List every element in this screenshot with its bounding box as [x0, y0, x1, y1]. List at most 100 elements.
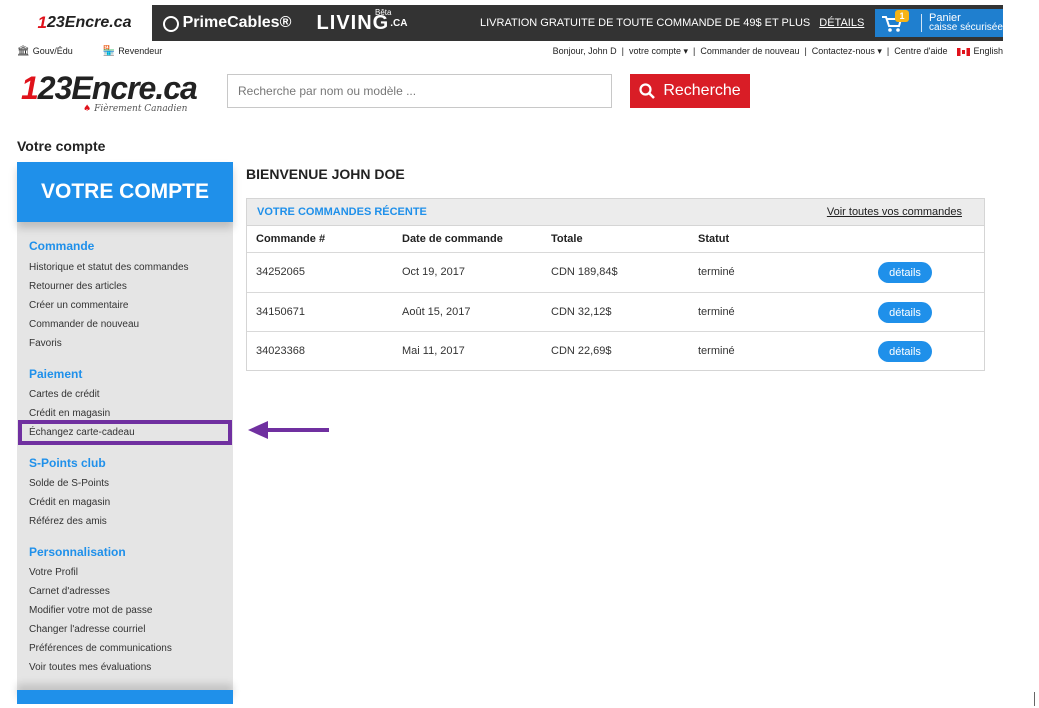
tagline-text: Fièrement Canadien	[94, 104, 188, 114]
logo-tagline: ♠ Fièrement Canadien	[83, 104, 187, 114]
reorder-link[interactable]: Commander de nouveau	[700, 46, 799, 56]
brand-123-num: 1	[37, 13, 47, 32]
sidebar-item-store-credit[interactable]: Crédit en magasin	[29, 408, 110, 419]
table-row: 34252065 Oct 19, 2017 CDN 189,84$ termin…	[247, 252, 984, 292]
help-center-link[interactable]: Centre d'aide	[894, 46, 947, 56]
top-brand-bar: 1 23Encre.ca PrimeCables® LIVING .CA Bêta …	[17, 5, 1003, 41]
sidebar-item-address-book[interactable]: Carnet d'adresses	[29, 586, 110, 597]
secondary-nav-bar: 🏛 Gouv/Édu 🏪 Revendeur Bonjour, John D | v…	[17, 44, 1003, 58]
order-total: CDN 22,69$	[551, 345, 612, 357]
order-details-button[interactable]: détails	[878, 341, 932, 362]
canada-flag-icon	[957, 47, 971, 56]
sidebar-section-paiement: Paiement	[29, 367, 83, 381]
greeting-text: Bonjour, John D	[552, 46, 617, 56]
sidebar-item-reorder[interactable]: Commander de nouveau	[29, 319, 139, 330]
reseller-label: Revendeur	[118, 45, 163, 56]
logo-wordmark: 123Encre.ca	[21, 70, 198, 107]
sidebar-item-favorites[interactable]: Favoris	[29, 338, 62, 349]
sidebar-item-change-email[interactable]: Changer l'adresse courriel	[29, 624, 145, 635]
gift-card-highlight-box	[18, 420, 232, 445]
primecables-logo-icon	[162, 16, 179, 32]
brand-tab-123encre[interactable]: 1 23Encre.ca	[17, 5, 152, 41]
reseller-link[interactable]: 🏪 Revendeur	[103, 46, 162, 57]
separator: |	[621, 46, 624, 56]
column-header-status: Statut	[698, 233, 730, 245]
table-row: 34023368 Mai 11, 2017 CDN 22,69$ terminé…	[247, 331, 984, 371]
column-header-order: Commande #	[256, 233, 326, 245]
view-all-orders-link[interactable]: Voir toutes vos commandes	[827, 206, 962, 218]
maple-leaf-icon: ♠	[83, 104, 92, 114]
logo-text: 23Encre.ca	[37, 70, 198, 106]
site-logo[interactable]: 123Encre.ca ♠ Fièrement Canadien	[17, 66, 198, 122]
order-status: terminé	[698, 306, 735, 318]
sidebar-item-create-review[interactable]: Créer un commentaire	[29, 300, 128, 311]
shipping-details-link[interactable]: DÉTAILS	[819, 17, 864, 29]
sidebar-footer-bar	[17, 690, 233, 704]
gov-edu-link[interactable]: 🏛 Gouv/Édu	[17, 46, 73, 57]
sidebar-section-spoints: S-Points club	[29, 456, 106, 470]
contact-menu[interactable]: Contactez-nous ▾	[812, 46, 882, 57]
search-button[interactable]: Recherche	[630, 74, 750, 108]
sidebar-item-refer-friends[interactable]: Référez des amis	[29, 516, 107, 527]
separator: |	[886, 46, 890, 56]
brand-123-label: 23Encre.ca	[46, 14, 132, 31]
order-status: terminé	[698, 266, 735, 278]
cart-text: Panier caisse sécurisée	[929, 13, 1003, 33]
free-shipping-banner: LIVRATION GRATUITE DE TOUTE COMMANDE DE …	[422, 5, 873, 41]
sidebar-item-spoints-balance[interactable]: Solde de S-Points	[29, 478, 109, 489]
search-button-label: Recherche	[663, 82, 741, 99]
sidebar-header: VOTRE COMPTE	[17, 162, 233, 222]
column-header-total: Totale	[551, 233, 583, 245]
order-number: 34252065	[256, 266, 305, 278]
order-date: Oct 19, 2017	[402, 266, 465, 278]
recent-orders-panel: VOTRE COMMANDES RÉCENTE Voir toutes vos …	[246, 198, 985, 371]
sidebar-item-order-history[interactable]: Historique et statut des commandes	[29, 262, 189, 273]
cart-count-badge: 1	[895, 10, 909, 22]
subbar-right: Bonjour, John D | votre compte ▾ | Comma…	[553, 46, 1003, 57]
text-cursor	[1034, 692, 1035, 706]
separator: |	[804, 46, 807, 56]
shipping-text: LIVRATION GRATUITE DE TOUTE COMMANDE DE …	[480, 17, 811, 29]
sidebar-item-credit-cards[interactable]: Cartes de crédit	[29, 389, 100, 400]
recent-orders-title: VOTRE COMMANDES RÉCENTE	[257, 206, 427, 218]
sidebar-section-commande: Commande	[29, 239, 95, 253]
order-details-button[interactable]: détails	[878, 302, 932, 323]
brand-living-ca: .CA	[390, 17, 408, 29]
sidebar-section-personnalisation: Personnalisation	[29, 545, 126, 559]
cart-secure-label: caisse sécurisée	[929, 22, 1003, 33]
page-title: Votre compte	[17, 138, 106, 154]
language-switch[interactable]: English	[957, 46, 1003, 56]
search-icon	[639, 83, 656, 99]
sidebar-item-returns[interactable]: Retourner des articles	[29, 281, 127, 292]
column-header-date: Date de commande	[402, 233, 503, 245]
brand-tab-primecables[interactable]: PrimeCables®	[152, 5, 302, 41]
order-total: CDN 32,12$	[551, 306, 612, 318]
sidebar-item-change-password[interactable]: Modifier votre mot de passe	[29, 605, 152, 616]
sidebar-item-profile[interactable]: Votre Profil	[29, 567, 78, 578]
sidebar-item-spoints-store-credit[interactable]: Crédit en magasin	[29, 497, 110, 508]
order-total: CDN 189,84$	[551, 266, 618, 278]
logo-num: 1	[21, 70, 39, 106]
table-row: 34150671 Août 15, 2017 CDN 32,12$ termin…	[247, 292, 984, 332]
brand-living-beta: Bêta	[375, 8, 392, 17]
store-icon: 🏪	[102, 45, 116, 57]
cart-divider	[921, 14, 922, 32]
cart-button[interactable]: 1 Panier caisse sécurisée	[875, 9, 1003, 37]
welcome-heading: BIENVENUE JOHN DOE	[246, 166, 405, 182]
order-number: 34023368	[256, 345, 305, 357]
brand-prime-label: PrimeCables®	[182, 14, 292, 31]
order-date: Août 15, 2017	[402, 306, 471, 318]
government-building-icon: 🏛	[17, 45, 30, 57]
recent-orders-header: VOTRE COMMANDES RÉCENTE Voir toutes vos …	[247, 199, 984, 226]
annotation-arrow-icon	[248, 421, 329, 439]
order-number: 34150671	[256, 306, 305, 318]
search-input[interactable]	[227, 74, 612, 108]
sidebar-item-all-reviews[interactable]: Voir toutes mes évaluations	[29, 662, 151, 673]
sidebar-item-communication-prefs[interactable]: Préférences de communications	[29, 643, 172, 654]
order-status: terminé	[698, 345, 735, 357]
subbar-left: 🏛 Gouv/Édu 🏪 Revendeur	[17, 46, 162, 57]
brand-tab-living[interactable]: LIVING .CA Bêta	[302, 5, 422, 41]
account-menu[interactable]: votre compte ▾	[629, 46, 688, 57]
separator: |	[693, 46, 696, 56]
order-details-button[interactable]: détails	[878, 262, 932, 283]
